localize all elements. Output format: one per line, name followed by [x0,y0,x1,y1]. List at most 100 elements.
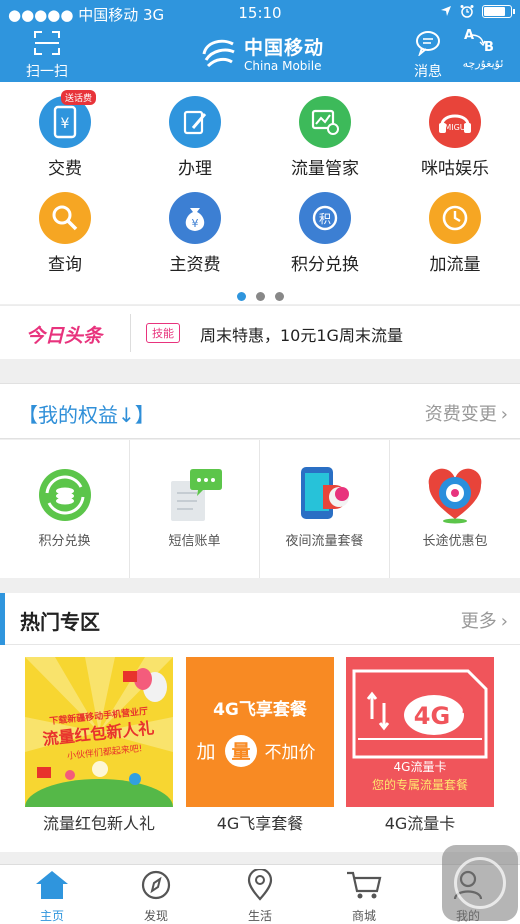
logo-text-cn: 中国移动 [244,37,325,59]
card-label: 4G流量卡 [384,814,456,833]
location-pin-icon [247,867,273,901]
promo-badge: 送话费 [61,90,97,105]
scan-button[interactable]: 扫一扫 [22,30,72,81]
promo-card-red-packet[interactable]: 下载新疆移动手机营业厅 流量红包新人礼 小伙伴们都起来吧! [25,657,173,807]
message-button[interactable]: 消息 [408,30,448,81]
rights-item-long-distance[interactable]: 长途优惠包 [390,440,520,578]
card-label: 流量红包新人礼 [42,814,155,833]
grid-item-label: 办理 [178,159,212,179]
tab-discover[interactable]: 发现 [104,869,208,924]
grid-item-label: 积分兑换 [291,255,359,275]
svg-text:量: 量 [231,741,250,763]
divider [130,314,131,352]
rights-title: 【我的权益↓】 [18,403,155,427]
grid-item-main-tariff[interactable]: ¥ 主资费 [130,192,260,275]
rights-item-label: 短信账单 [168,534,221,549]
points-exchange-icon [39,469,91,521]
4g-plan-banner: 4G飞享套餐 加 量 不加价 [186,657,334,807]
grid-item-label: 主资费 [169,255,221,275]
rights-grid: 积分兑换 短信账单 夜间流量套餐 长途优惠包 [0,440,520,578]
toutiao-brand: 今日头条 [26,325,103,347]
migu-icon: MIGU [429,96,481,148]
news-headline[interactable]: 周末特惠，10元1G周末流量 [200,322,403,346]
phone-yen-icon: ¥ 送话费 [39,90,97,148]
rights-item-sms-bill[interactable]: 短信账单 [130,440,260,578]
promo-card-4g-plan[interactable]: 4G飞享套餐 加 量 不加价 [186,657,334,807]
chat-bubble-icon [416,31,440,58]
chevron-right-icon: › [500,611,508,632]
rights-item-night-traffic[interactable]: 夜间流量套餐 [260,440,390,578]
message-label: 消息 [414,64,442,80]
app-screen: ●●●●● 中国移动 3G 15:10 扫一扫 中国移动 China Mobil… [0,0,520,924]
battery-icon [482,4,515,18]
section-accent-bar [0,593,5,645]
grid-item-points-exchange[interactable]: 积 积分兑换 [260,192,390,275]
compass-icon [141,870,171,900]
red-packet-banner: 下载新疆移动手机营业厅 流量红包新人礼 小伙伴们都起来吧! [25,657,173,807]
function-grid: ¥ 送话费 交费 办理 流量管家 MIGU 咪咕娱乐 查询 ¥ 主资费 积 积分… [0,82,520,304]
tab-home[interactable]: 主页 [0,869,104,924]
svg-text:4G: 4G [414,702,450,730]
grid-item-query[interactable]: 查询 [0,192,130,275]
svg-text:不加价: 不加价 [265,743,316,763]
long-distance-icon [428,468,482,524]
more-link[interactable]: 更多 › [461,607,508,633]
hot-cards: 下载新疆移动手机营业厅 流量红包新人礼 小伙伴们都起来吧! 流量红包新人礼 4G… [0,645,520,852]
grid-item-label: 咪咕娱乐 [421,159,489,179]
grid-item-label: 交费 [48,159,82,179]
add-traffic-icon [429,192,481,244]
sms-bill-icon [171,469,222,521]
card-label: 4G飞享套餐 [216,814,304,833]
grid-item-handle[interactable]: 办理 [130,96,260,179]
4g-sim-banner: 4G 4G流量卡 您的专属流量套餐 [346,657,494,807]
svg-text:¥: ¥ [192,217,199,230]
news-tag: 技能 [146,323,180,343]
location-arrow-icon [441,6,451,16]
grid-item-label: 流量管家 [291,159,359,179]
money-bag-icon: ¥ [169,192,221,244]
points-icon: 积 [299,192,351,244]
svg-text:加: 加 [196,741,215,763]
tariff-change-link[interactable]: 资费变更 › [425,400,508,426]
svg-text:积: 积 [319,212,331,226]
tab-label: 生活 [247,909,272,923]
traffic-manager-icon [299,96,351,148]
grid-item-add-traffic[interactable]: 加流量 [390,192,520,275]
tab-mall[interactable]: 商城 [312,869,416,924]
svg-text:您的专属流量套餐: 您的专属流量套餐 [372,777,468,792]
svg-text:4G流量卡: 4G流量卡 [394,760,447,774]
grid-item-migu[interactable]: MIGU 咪咕娱乐 [390,96,520,179]
hot-title: 热门专区 [20,610,100,634]
grid-item-pay[interactable]: ¥ 送话费 交费 [0,90,130,179]
grid-item-traffic-manager[interactable]: 流量管家 [260,96,390,179]
assistive-touch-icon [454,857,506,909]
scan-label: 扫一扫 [26,64,68,80]
rights-item-label: 积分兑换 [38,534,91,549]
grid-item-label: 查询 [48,255,82,275]
edit-icon [169,96,221,148]
page-dot [274,292,284,301]
tab-label: 主页 [39,909,64,923]
news-ticker[interactable]: 今日头条 技能 周末特惠，10元1G周末流量 [0,305,520,359]
rights-item-points-exchange[interactable]: 积分兑换 [0,440,130,578]
status-bar: ●●●●● 中国移动 3G 15:10 [0,0,520,26]
grid-item-label: 加流量 [429,255,481,275]
top-header: 扫一扫 中国移动 China Mobile 消息 A B ئۇيغۇرچە [0,26,520,82]
alarm-icon [460,5,474,18]
hot-section-header: 热门专区 更多 › [0,593,520,645]
language-switch-button[interactable]: A B ئۇيغۇرچە [452,28,514,70]
night-traffic-icon [301,467,349,519]
tab-label: 发现 [143,909,168,923]
tab-life[interactable]: 生活 [208,867,312,924]
china-mobile-emblem-icon [202,39,235,68]
assistive-touch-button[interactable] [442,845,518,921]
language-label: ئۇيغۇرچە [462,57,504,70]
svg-text:MIGU: MIGU [444,123,465,132]
promo-card-4g-sim[interactable]: 4G 4G流量卡 您的专属流量套餐 [346,657,494,807]
tab-label: 商城 [351,909,376,923]
page-dot [255,292,265,301]
svg-text:¥: ¥ [61,116,70,132]
page-indicator [0,286,520,305]
rights-item-label: 夜间流量套餐 [285,534,364,549]
home-icon [36,871,68,899]
